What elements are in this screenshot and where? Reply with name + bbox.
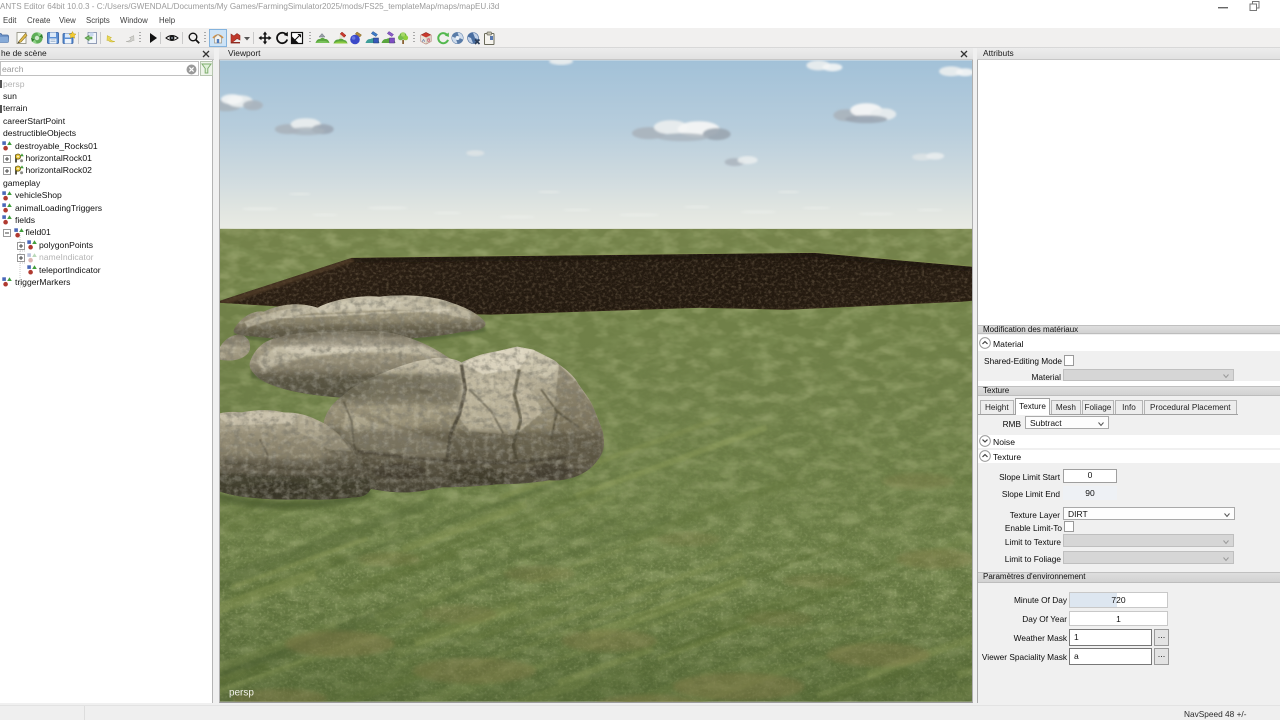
svg-text:persp: persp [229,688,254,699]
svg-text:B: B [427,38,430,43]
svg-text:A: A [422,38,425,43]
